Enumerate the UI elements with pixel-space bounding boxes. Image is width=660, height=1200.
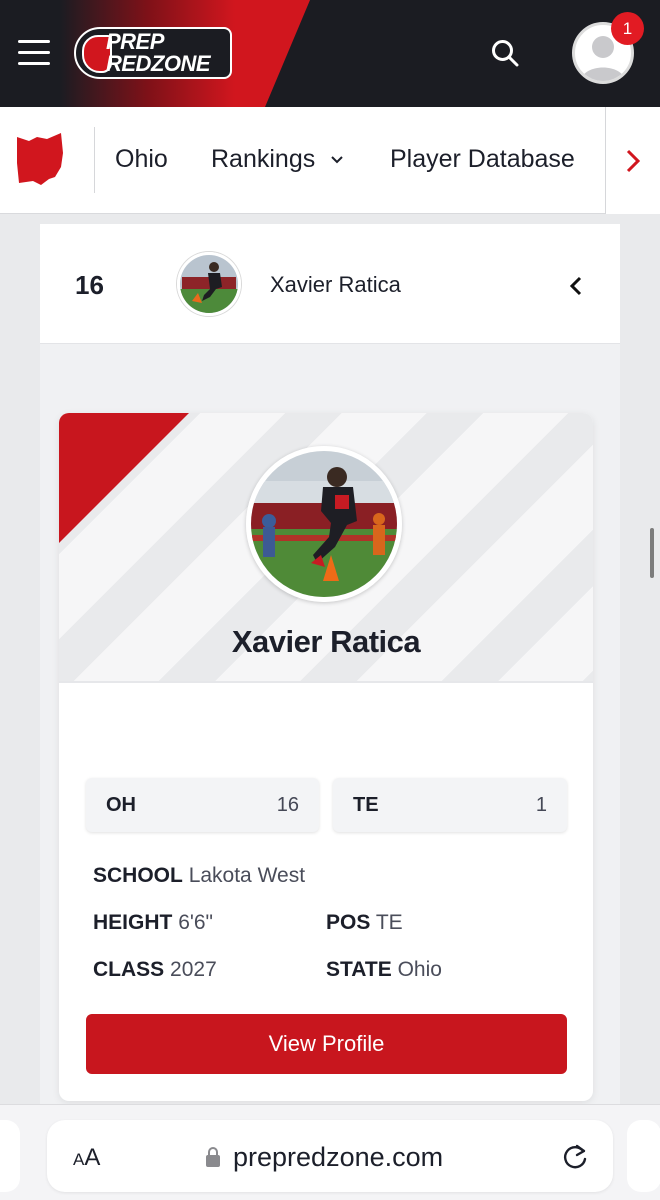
card-player-name: Xavier Ratica bbox=[231, 624, 421, 659]
pos-label: POS bbox=[326, 911, 371, 934]
position-rank-box: TE 1 bbox=[333, 778, 567, 832]
search-icon[interactable] bbox=[490, 38, 520, 68]
rank-number: 16 bbox=[75, 270, 104, 300]
school-label: SCHOOL bbox=[93, 864, 183, 887]
player-name: Xavier Ratica bbox=[270, 272, 401, 297]
player-photo bbox=[246, 446, 402, 602]
menu-icon[interactable] bbox=[18, 40, 50, 66]
next-tab-edge[interactable] bbox=[627, 1120, 660, 1192]
school-value: Lakota West bbox=[188, 864, 306, 887]
nav-item-rankings[interactable]: Rankings bbox=[211, 145, 344, 174]
class-value: 2027 bbox=[170, 958, 217, 981]
aa-big: A bbox=[84, 1144, 101, 1171]
nav-divider bbox=[94, 127, 95, 193]
state-rank-box: OH 16 bbox=[86, 778, 319, 832]
ohio-state-icon[interactable] bbox=[15, 133, 65, 192]
site-logo[interactable]: PREP REDZONE bbox=[74, 27, 232, 79]
chevron-down-icon bbox=[331, 156, 343, 164]
position-info: POS TE bbox=[326, 911, 403, 935]
notification-badge[interactable]: 1 bbox=[611, 12, 644, 45]
url-text[interactable]: prepredzone.com bbox=[233, 1142, 443, 1173]
stat-value: 16 bbox=[276, 794, 299, 816]
player-thumbnail bbox=[177, 252, 241, 316]
aa-small: A bbox=[73, 1150, 85, 1169]
stat-value: 1 bbox=[535, 794, 547, 816]
previous-tab-edge[interactable] bbox=[0, 1120, 20, 1192]
state-label: STATE bbox=[326, 958, 392, 981]
nav-scroll-right-button[interactable] bbox=[605, 107, 660, 214]
state-info: STATE Ohio bbox=[326, 958, 442, 982]
nav-item-ohio[interactable]: Ohio bbox=[115, 145, 168, 174]
lock-icon bbox=[205, 1146, 221, 1173]
height-value: 6'6" bbox=[178, 911, 214, 934]
class-info: CLASS 2027 bbox=[93, 958, 217, 982]
nav-item-rankings-label: Rankings bbox=[211, 145, 316, 173]
height-label: HEIGHT bbox=[93, 911, 173, 934]
reload-icon[interactable] bbox=[561, 1142, 589, 1177]
scrollbar-thumb[interactable] bbox=[650, 528, 654, 578]
school-info: SCHOOL Lakota West bbox=[93, 864, 305, 888]
reader-settings-button[interactable]: AA bbox=[73, 1144, 100, 1172]
logo-text-line2: REDZONE bbox=[106, 51, 211, 76]
stat-label: TE bbox=[353, 794, 379, 816]
nav-item-player-database[interactable]: Player Database bbox=[390, 145, 575, 174]
height-info: HEIGHT 6'6" bbox=[93, 911, 213, 935]
stat-label: OH bbox=[106, 794, 136, 816]
logo-text-line1: PREP bbox=[106, 29, 164, 54]
class-label: CLASS bbox=[93, 958, 165, 981]
chevron-left-icon[interactable] bbox=[568, 275, 584, 302]
chevron-right-icon bbox=[626, 149, 641, 172]
state-value: Ohio bbox=[397, 958, 442, 981]
pos-value: TE bbox=[375, 911, 403, 934]
view-profile-button[interactable]: View Profile bbox=[86, 1014, 567, 1074]
